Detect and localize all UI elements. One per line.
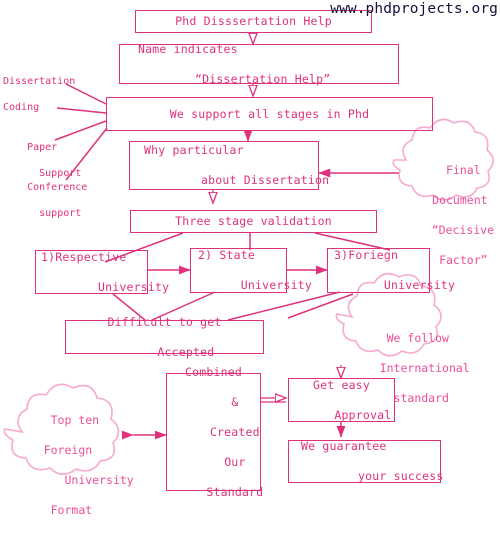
box-respective-line1: 1)Respective bbox=[41, 249, 127, 264]
label-conference-line1: Conference bbox=[27, 182, 88, 193]
cloud-top-ten-text: Top ten Foreign University Format bbox=[16, 398, 134, 533]
box-difficult-line1: Difficult to get bbox=[107, 314, 222, 329]
cloud-final-line2: Document bbox=[432, 193, 488, 207]
cloud-topten-line2: Foreign bbox=[43, 443, 93, 457]
box-why-particular-line1: Why particular bbox=[144, 143, 244, 157]
box-name-indicates-line1: Name indicates bbox=[138, 41, 238, 56]
cloud-intl-line2: International bbox=[379, 361, 470, 375]
label-dissertation: Dissertation bbox=[3, 76, 76, 87]
cloud-final-document-text: Final Document “Decisive Factor” bbox=[404, 148, 494, 283]
box-combined-line2: & bbox=[231, 394, 239, 409]
connector-coding bbox=[56, 107, 107, 114]
site-watermark: www.phdprojects.org bbox=[330, 1, 498, 17]
box-state-line2: University bbox=[240, 278, 312, 292]
cloud-final-line1: Final bbox=[439, 163, 481, 177]
box-combined-line5: Standard bbox=[206, 484, 264, 499]
connector-foriegn-to-difficult bbox=[227, 291, 341, 321]
box-guarantee-line1: We guarantee bbox=[301, 439, 387, 453]
box-guarantee-line2: your success bbox=[343, 469, 444, 483]
label-coding: Coding bbox=[3, 102, 40, 113]
cloud-topten-line1: Top ten bbox=[43, 413, 100, 427]
flowchart-diagram: www.phdprojects.org Phd Disssertation He… bbox=[0, 0, 500, 517]
box-name-indicates-line2: “Dissertation Help” bbox=[180, 71, 331, 86]
box-state-university[interactable]: 2) State University bbox=[190, 248, 312, 293]
box-combined-created-standard[interactable]: Combined & Created Our Standard bbox=[166, 365, 263, 499]
label-conference-support: Conference support bbox=[3, 168, 87, 233]
box-why-particular-line2: about Dissertation bbox=[186, 173, 330, 187]
box-respective-university[interactable]: 1)Respective University bbox=[35, 249, 169, 294]
cloud-international-text: We follow International standard bbox=[352, 316, 470, 421]
cloud-final-line4: Factor” bbox=[432, 253, 488, 267]
box-combined-line1: Combined bbox=[185, 364, 242, 379]
box-combined-line4: Our bbox=[224, 454, 246, 469]
box-difficult-to-get-accepted[interactable]: Difficult to get Accepted bbox=[65, 315, 264, 359]
box-why-particular[interactable]: Why particular about Dissertation bbox=[129, 141, 329, 190]
box-combined-line3: Created bbox=[209, 424, 260, 439]
box-state-line1: 2) State bbox=[198, 248, 255, 262]
box-difficult-line2: Accepted bbox=[157, 344, 215, 359]
box-three-stage-validation-text: Three stage validation bbox=[175, 214, 332, 228]
cloud-intl-line3: standard bbox=[379, 391, 449, 405]
box-three-stage-validation[interactable]: Three stage validation bbox=[130, 210, 377, 233]
label-conference-line2: support bbox=[27, 208, 82, 219]
label-paper-line1: Paper bbox=[27, 142, 58, 153]
box-respective-line2: University bbox=[83, 279, 170, 294]
box-we-guarantee-success[interactable]: We guarantee your success bbox=[288, 439, 444, 483]
cloud-final-line3: “Decisive bbox=[431, 223, 495, 237]
cloud-topten-line4: Format bbox=[43, 503, 93, 517]
box-foriegn-line1: 3)Foriegn bbox=[334, 248, 399, 262]
box-title-text: Phd Disssertation Help bbox=[175, 14, 332, 28]
cloud-topten-line3: University bbox=[43, 473, 134, 487]
box-support-all-stages[interactable]: We support all stages in Phd bbox=[106, 97, 433, 131]
box-support-all-stages-text: We support all stages in Phd bbox=[169, 106, 370, 121]
cloud-intl-line1: We follow bbox=[379, 331, 449, 345]
box-name-indicates[interactable]: Name indicates “Dissertation Help” bbox=[119, 41, 399, 86]
